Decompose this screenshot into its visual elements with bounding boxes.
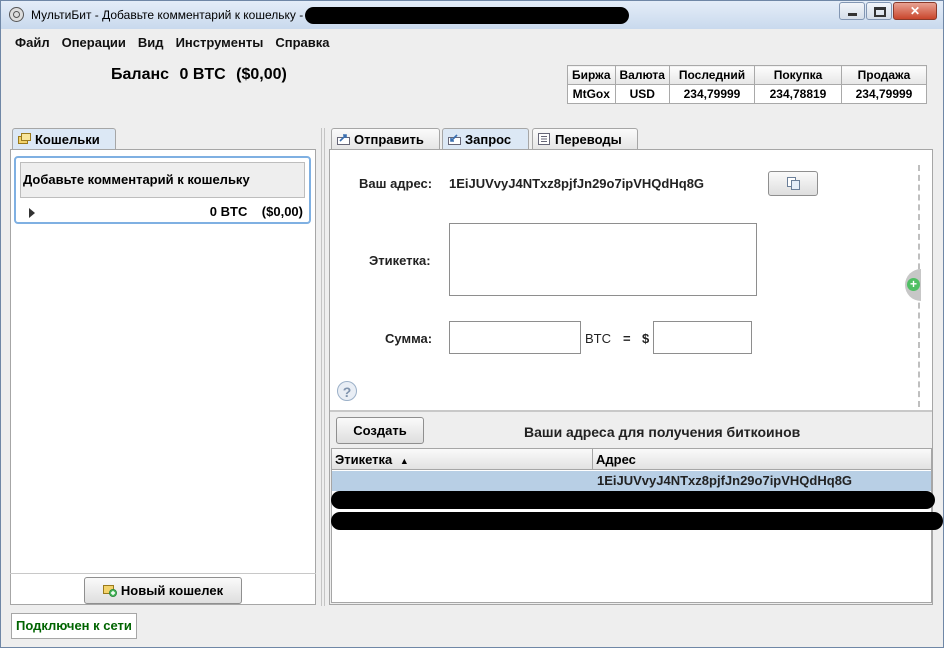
ticker-header-last: Последний — [668, 65, 755, 85]
connection-status: Подключен к сети — [11, 613, 137, 639]
add-wallet-icon — [103, 585, 117, 597]
sort-ascending-icon: ▲ — [399, 456, 409, 466]
menu-bar: Файл Операции Вид Инструменты Справка — [9, 33, 336, 53]
tab-wallets-label: Кошельки — [35, 132, 100, 147]
status-bar: Подключен к сети — [10, 612, 933, 640]
equals-sign: = — [623, 331, 631, 346]
window-controls — [838, 2, 937, 20]
wallet-balance-fiat: ($0,00) — [261, 204, 303, 219]
row-label-cell — [332, 471, 593, 491]
amount-usd-input[interactable] — [653, 321, 752, 354]
create-address-button[interactable]: Создать — [336, 417, 424, 444]
ticker-row: MtGox USD 234,79999 234,78819 234,79999 — [567, 84, 927, 104]
title-bar[interactable]: МультиБит - Добавьте комментарий к кошел… — [1, 1, 943, 29]
tab-request[interactable]: Запрос — [442, 128, 529, 150]
send-icon — [337, 134, 350, 145]
column-header-label[interactable]: Этикетка ▲ — [332, 449, 593, 470]
ticker-header-bid: Покупка — [753, 65, 842, 85]
balance-btc: 0 BTC — [179, 66, 226, 83]
request-icon — [448, 134, 461, 145]
menu-file[interactable]: Файл — [9, 33, 56, 53]
ticker-exchange: MtGox — [567, 84, 616, 104]
amount-label: Сумма: — [385, 331, 433, 346]
tab-send[interactable]: Отправить — [331, 128, 440, 150]
column-header-address[interactable]: Адрес — [593, 449, 931, 470]
help-icon[interactable]: ? — [337, 381, 357, 401]
addresses-section-title: Ваши адреса для получения биткоинов — [524, 424, 801, 440]
close-button[interactable] — [893, 2, 937, 20]
balance-fiat: ($0,00) — [236, 66, 287, 83]
minimize-button[interactable] — [839, 2, 865, 20]
table-row[interactable]: 1EiJUVvyJ4NTxz8pjfJn29o7ipVHQdHq8G — [332, 471, 931, 491]
redacted-mark — [331, 512, 943, 530]
menu-view[interactable]: Вид — [132, 33, 170, 53]
btc-unit-label: BTC — [585, 331, 611, 346]
ticker-header-ask: Продажа — [840, 65, 927, 85]
copy-icon — [787, 177, 800, 190]
tab-wallets[interactable]: Кошельки — [12, 128, 116, 150]
amount-btc-input[interactable] — [449, 321, 581, 354]
address-value[interactable]: 1EiJUVvyJ4NTxz8pjfJn29o7ipVHQdHq8G — [449, 176, 704, 191]
divider — [330, 410, 932, 412]
tab-transactions-label: Переводы — [555, 132, 622, 147]
split-pane-divider[interactable] — [320, 128, 326, 606]
wallet-balance: 0 BTC ($0,00) — [210, 204, 303, 219]
tab-request-label: Запрос — [465, 132, 512, 147]
label-textarea[interactable] — [449, 223, 757, 296]
tab-transactions[interactable]: Переводы — [532, 128, 638, 150]
divider — [10, 573, 316, 574]
ticker-bid: 234,78819 — [753, 84, 842, 104]
label-field-label: Этикетка: — [369, 253, 431, 268]
ticker-ask: 234,79999 — [840, 84, 927, 104]
multibit-logo-icon — [9, 7, 24, 22]
transactions-icon — [538, 133, 550, 145]
column-header-label-text: Этикетка — [335, 452, 393, 467]
expand-arrow-icon[interactable] — [29, 208, 35, 218]
maximize-button[interactable] — [866, 2, 892, 20]
new-wallet-label: Новый кошелек — [120, 583, 224, 598]
window-title: МультиБит - Добавьте комментарий к кошел… — [31, 8, 304, 22]
ticker-currency: USD — [614, 84, 670, 104]
exchange-ticker-table: Биржа Валюта Последний Покупка Продажа M… — [567, 65, 927, 104]
ticker-last: 234,79999 — [668, 84, 755, 104]
wallets-icon — [18, 133, 31, 144]
new-wallet-button[interactable]: Новый кошелек — [84, 577, 242, 604]
redacted-mark — [305, 7, 629, 24]
wallet-card[interactable]: Добавьте комментарий к кошельку 0 BTC ($… — [14, 156, 311, 224]
balance-display: Баланс 0 BTC ($0,00) — [111, 66, 293, 84]
ticker-header-currency: Валюта — [614, 65, 670, 85]
copy-address-button[interactable] — [768, 171, 818, 196]
address-label: Ваш адрес: — [359, 176, 433, 191]
menu-tools[interactable]: Инструменты — [170, 33, 270, 53]
ticker-header-row: Биржа Валюта Последний Покупка Продажа — [567, 65, 927, 85]
app-window: МультиБит - Добавьте комментарий к кошел… — [0, 0, 944, 648]
wallet-name[interactable]: Добавьте комментарий к кошельку — [20, 162, 305, 198]
wallet-balance-btc: 0 BTC — [209, 204, 248, 219]
menu-help[interactable]: Справка — [269, 33, 335, 53]
redacted-mark — [331, 491, 935, 509]
menu-operations[interactable]: Операции — [56, 33, 132, 53]
balance-label: Баланс — [111, 66, 170, 83]
ticker-header-exchange: Биржа — [567, 65, 616, 85]
tab-send-label: Отправить — [354, 132, 424, 147]
usd-symbol: $ — [642, 331, 650, 346]
row-address-cell: 1EiJUVvyJ4NTxz8pjfJn29o7ipVHQdHq8G — [597, 473, 853, 488]
